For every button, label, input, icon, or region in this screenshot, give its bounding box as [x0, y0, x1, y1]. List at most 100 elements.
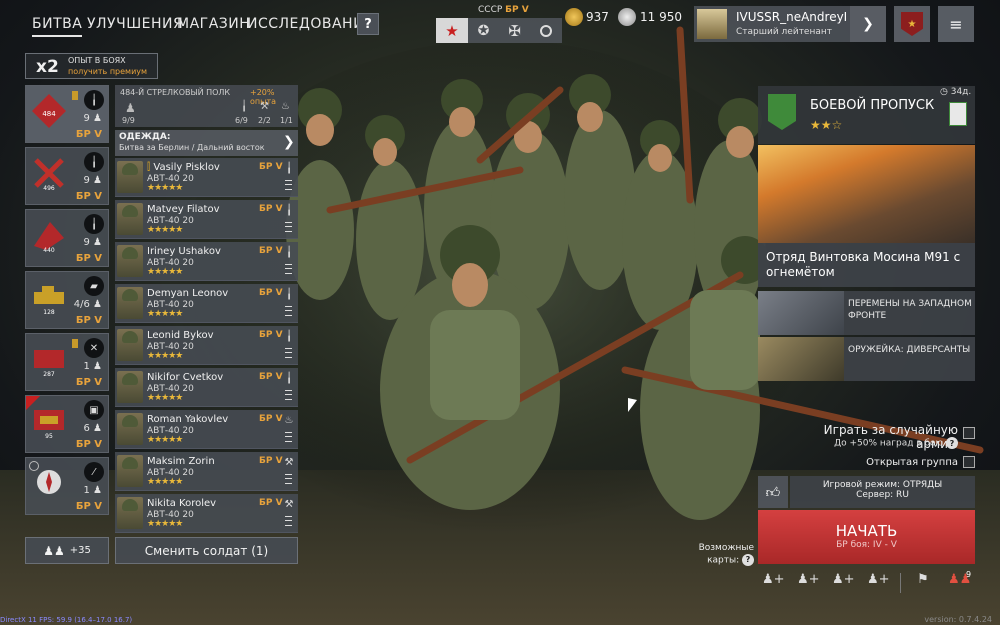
soldier-row[interactable]: Roman Yakovlev АВТ-40 20 ★★★★★ БР V ♨	[115, 410, 298, 449]
squad-card[interactable]: 95 ▣ 6 ♟ БР V	[25, 395, 109, 453]
soldier-row[interactable]: ⫿ Vasily Pisklov АВТ-40 20 ★★★★★ БР V ╽	[115, 158, 298, 197]
add-player-icon[interactable]: ♟+	[797, 572, 820, 594]
regiment-panel: 484-Й СТРЕЛКОВЫЙ ПОЛК +20% опыта ♟ 9/9 ╽…	[115, 85, 298, 127]
soldier-row[interactable]: Matvey Filatov АВТ-40 20 ★★★★★ БР V ╽	[115, 200, 298, 239]
change-soldier-button[interactable]: Сменить солдат (1)	[115, 537, 298, 564]
battle-pass-stars: ★★☆	[810, 118, 843, 132]
squad-card[interactable]: 496 ╽ 9 ♟ БР V	[25, 147, 109, 205]
person-icon: ♟	[125, 101, 136, 115]
silver-coin-icon	[618, 8, 636, 26]
info-icon[interactable]: ?	[946, 437, 958, 449]
soldier-stars: ★★★★★	[147, 351, 183, 361]
squad-card[interactable]: 128 ▰ 4/6 ♟ БР V	[25, 271, 109, 329]
soldier-br: БР V	[259, 246, 283, 256]
soldier-row[interactable]: Maksim Zorin АВТ-40 20 ★★★★★ БР V ⚒	[115, 452, 298, 491]
faction-br: БР V	[505, 5, 529, 15]
rank-badge-icon[interactable]: ★	[894, 6, 930, 42]
squad-emblem-icon: 95	[34, 410, 64, 440]
premium-banner[interactable]: x2 ОПЫТ В БОЯХ получить премиум	[25, 53, 158, 79]
squad-br: БР V	[75, 439, 102, 450]
clothing-selector[interactable]: ОДЕЖДА: Битва за Берлин / Дальний восток…	[115, 130, 298, 156]
soldier-name: Demyan Leonov	[147, 288, 229, 299]
news-item[interactable]: ПЕРЕМЕНЫ НА ЗАПАДНОМ ФРОНТЕ	[758, 291, 975, 335]
usa-star-icon[interactable]: ✪	[468, 18, 499, 43]
regiment-name: 484-Й СТРЕЛКОВЫЙ ПОЛК	[120, 88, 231, 97]
info-icon[interactable]: ?	[742, 554, 754, 566]
squad-card[interactable]: 287 ✕ 1 ♟ БР V	[25, 333, 109, 391]
soldier-row[interactable]: Demyan Leonov АВТ-40 20 ★★★★★ БР V ╽	[115, 284, 298, 323]
squads-extra-count: +35	[69, 545, 91, 556]
squad-br: БР V	[75, 129, 102, 140]
equipment-icon	[285, 432, 292, 442]
battle-pass-card-icon	[949, 102, 967, 126]
add-player-icon[interactable]: ♟+	[867, 572, 890, 594]
clothing-label: ОДЕЖДА:	[119, 132, 171, 142]
squad-count: 1 ♟	[83, 361, 102, 372]
rifle-icon: ╽	[285, 247, 293, 258]
group-count: 9	[966, 570, 972, 579]
flame-icon: ♨	[284, 415, 294, 426]
mode-panel[interactable]: Игровой режим: ОТРЯДЫ Сервер: RU	[790, 476, 975, 508]
svg-text:484: 484	[42, 110, 56, 118]
vehicle-icon: ▣	[84, 400, 104, 420]
regiment-bonus: +20% опыта	[250, 88, 277, 106]
like-icon[interactable]: 👍︎	[758, 476, 788, 508]
soldier-row[interactable]: Nikita Korolev АВТ-40 20 ★★★★★ БР V ⚒	[115, 494, 298, 533]
rank-chevron-icon[interactable]: ❯	[850, 6, 886, 42]
ussr-star-icon[interactable]: ★	[436, 18, 468, 43]
battle-pass-panel[interactable]: БОЕВОЙ ПРОПУСК ★★☆ ◷ 34д.	[758, 86, 975, 144]
regiment-slots: 9/9	[122, 116, 135, 125]
news-item[interactable]: ОРУЖЕЙКА: ДИВЕРСАНТЫ	[758, 337, 975, 381]
soldier-stars: ★★★★★	[147, 477, 183, 487]
soldier-br: БР V	[259, 204, 283, 214]
rifle-icon: ╽	[285, 163, 293, 174]
battle-pass-reward-image[interactable]	[758, 145, 975, 243]
tab-battle[interactable]: БИТВА	[32, 16, 83, 37]
profile-panel[interactable]: IVUSSR_neAndreyK Старший лейтенант	[694, 6, 850, 42]
chevron-right-icon: ❯	[283, 134, 295, 150]
rocket-icon: ⁄	[84, 462, 104, 482]
version-label: version: 0.7.4.24	[924, 615, 992, 624]
svg-text:128: 128	[43, 309, 55, 316]
premium-line1: ОПЫТ В БОЯХ	[68, 56, 126, 65]
battle-pass-reward-title: Отряд Винтовка Мосина М91 с огнемётом	[766, 250, 961, 279]
squad-emblem-icon: 440	[34, 222, 64, 254]
help-button[interactable]: ?	[357, 13, 379, 35]
soldier-avatar	[117, 161, 143, 193]
squad-card[interactable]: ⁄ 1 ♟ БР V	[25, 457, 109, 515]
rifle-icon: ╽	[285, 289, 293, 300]
premium-link[interactable]: получить премиум	[68, 67, 147, 76]
flag-icon[interactable]: ⚑	[912, 572, 934, 594]
soldier-stars: ★★★★★	[147, 183, 183, 193]
start-button[interactable]: НАЧАТЬ БР боя: IV - V	[758, 510, 975, 564]
squad-card[interactable]: 484 ╽ 9 ♟ БР V	[25, 85, 109, 143]
squads-manage-button[interactable]: ♟♟ +35	[25, 537, 109, 564]
squad-card[interactable]: 440 ╽ 9 ♟ БР V	[25, 209, 109, 267]
random-army-checkbox[interactable]	[963, 427, 975, 439]
soldier-name: Iriney Ushakov	[147, 246, 221, 257]
add-player-icon[interactable]: ♟+	[762, 572, 785, 594]
medal-icon	[72, 339, 78, 348]
tab-research[interactable]: ИССЛЕДОВАНИЯ	[247, 16, 374, 32]
news-title: ПЕРЕМЕНЫ НА ЗАПАДНОМ ФРОНТЕ	[848, 299, 972, 321]
add-player-icon[interactable]: ♟+	[832, 572, 855, 594]
open-group-checkbox[interactable]	[963, 456, 975, 468]
battle-pass-reward-panel[interactable]: Отряд Винтовка Мосина М91 с огнемётом	[758, 243, 975, 287]
medal-icon	[72, 91, 78, 100]
squad-emblem-icon: 287	[34, 350, 64, 378]
wrench-icon: ⚒	[284, 457, 294, 468]
soldier-row[interactable]: Nikifor Cvetkov АВТ-40 20 ★★★★★ БР V ╽	[115, 368, 298, 407]
japan-circle-icon[interactable]	[530, 18, 561, 43]
tab-shop[interactable]: МАГАЗИН	[177, 16, 250, 32]
soldier-row[interactable]: Leonid Bykov АВТ-40 20 ★★★★★ БР V ╽	[115, 326, 298, 365]
svg-text:496: 496	[43, 185, 55, 192]
soldier-row[interactable]: Iriney Ushakov АВТ-40 20 ★★★★★ БР V ╽	[115, 242, 298, 281]
tab-upgrades[interactable]: УЛУЧШЕНИЯ	[87, 16, 183, 32]
soldier-br: БР V	[259, 498, 283, 508]
menu-icon[interactable]: ≡	[938, 6, 974, 42]
faction-selector: ★ ✪ ✠	[436, 18, 562, 43]
germany-cross-icon[interactable]: ✠	[499, 18, 530, 43]
soldier-avatar	[117, 245, 143, 277]
soldier-avatar	[117, 497, 143, 529]
squad-br: БР V	[75, 253, 102, 264]
